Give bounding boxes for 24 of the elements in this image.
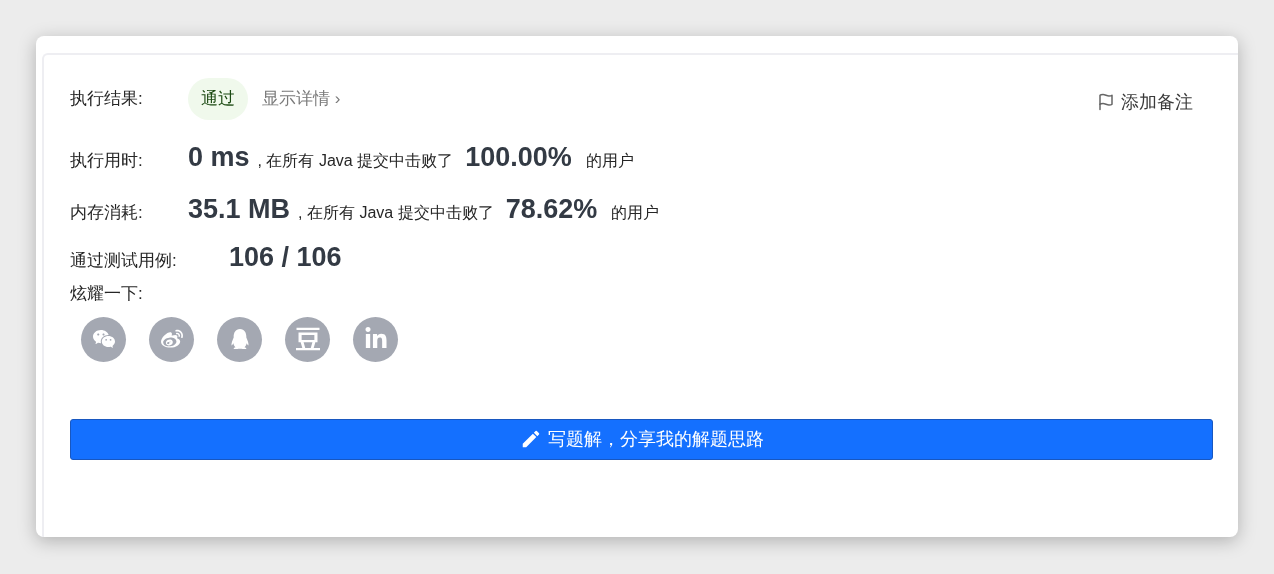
stat-text: , 在所有 Java 提交中击败了 <box>257 151 454 171</box>
stat-value: 0 ms <box>188 141 250 174</box>
details-link[interactable]: 显示详情 › <box>262 86 341 112</box>
percent-value: 100.00% <box>465 141 572 174</box>
write-solution-button[interactable]: 写题解，分享我的解题思路 <box>70 418 1213 460</box>
weibo-icon[interactable] <box>149 316 194 362</box>
flag-icon <box>1097 93 1115 111</box>
penguin-icon[interactable] <box>217 316 262 362</box>
wechat-icon[interactable] <box>81 316 126 362</box>
field-label: 通过测试用例: <box>70 250 178 272</box>
stat-text: , 在所有 Java 提交中击败了 <box>298 203 494 223</box>
field-label: 执行结果: <box>70 88 144 111</box>
field-label: 执行用时: <box>70 150 144 172</box>
stat-value: 35.1 MB <box>188 193 291 226</box>
share-label: 炫耀一下: <box>70 283 144 305</box>
douban-icon[interactable] <box>285 316 330 362</box>
stat-text: 的用户 <box>611 203 660 223</box>
status-badge: 通过 <box>188 78 248 120</box>
test-count: 106 / 106 <box>229 241 342 274</box>
field-label: 内存消耗: <box>70 202 144 224</box>
linkedin-icon[interactable] <box>353 316 398 362</box>
add-note-button[interactable]: 添加备注 <box>1097 88 1193 116</box>
percent-value: 78.62% <box>505 193 598 226</box>
stat-text: 的用户 <box>585 151 634 171</box>
